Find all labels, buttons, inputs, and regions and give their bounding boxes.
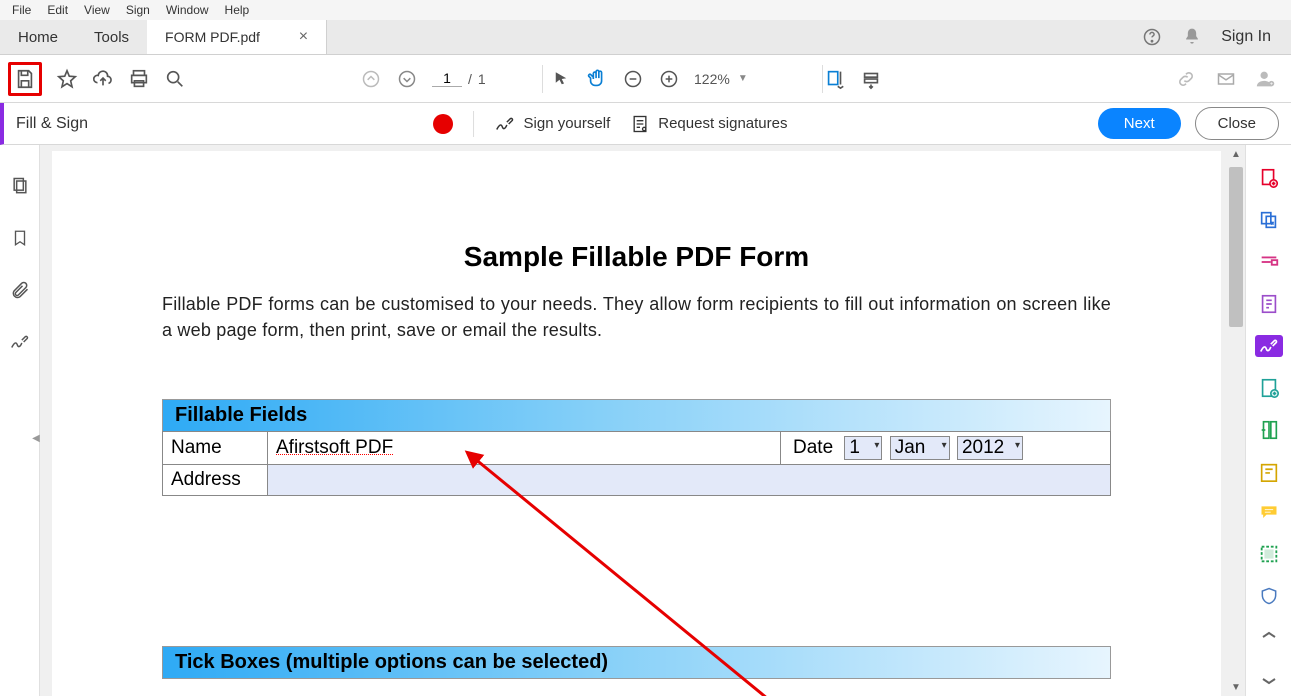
notifications-icon[interactable] (1181, 26, 1203, 48)
menu-sign[interactable]: Sign (118, 3, 158, 17)
scroll-up-icon[interactable]: ▲ (1227, 145, 1245, 163)
address-label: Address (163, 465, 268, 496)
sign-yourself-label: Sign yourself (524, 115, 611, 132)
signature-panel-icon[interactable] (9, 331, 31, 353)
page-down-icon[interactable] (396, 68, 418, 90)
name-input[interactable] (276, 437, 772, 459)
create-pdf-icon[interactable] (1255, 167, 1283, 189)
menu-bar: File Edit View Sign Window Help (0, 0, 1291, 20)
date-label: Date (789, 437, 837, 459)
tab-close-icon[interactable]: × (299, 28, 308, 46)
export-pdf-icon[interactable] (1255, 293, 1283, 315)
menu-window[interactable]: Window (158, 3, 217, 17)
page-indicator: / 1 (432, 70, 486, 87)
menu-file[interactable]: File (4, 3, 39, 17)
mail-icon[interactable] (1215, 68, 1237, 90)
menu-help[interactable]: Help (217, 3, 258, 17)
zoom-dropdown[interactable]: 122% ▼ (694, 71, 748, 87)
right-rail (1245, 145, 1291, 696)
date-month-select[interactable]: Jan (890, 436, 950, 460)
menu-view[interactable]: View (76, 3, 118, 17)
color-dot-icon[interactable] (433, 114, 453, 134)
date-day-select[interactable]: 1 (844, 436, 882, 460)
cloud-upload-icon[interactable] (92, 68, 114, 90)
name-value-cell (268, 432, 781, 465)
stamp-icon[interactable] (1255, 543, 1283, 565)
thumbnails-icon[interactable] (9, 175, 31, 197)
table-row: Name Date 1 Jan 2012 (163, 432, 1111, 465)
share-user-icon[interactable]: + (1255, 68, 1277, 90)
more-tools-chevron-icon[interactable] (1255, 627, 1283, 645)
bookmark-icon[interactable] (9, 227, 31, 249)
name-label: Name (163, 432, 268, 465)
comment-icon[interactable] (1255, 461, 1283, 483)
fill-sign-tool-icon[interactable] (1255, 335, 1283, 357)
find-icon[interactable] (164, 68, 186, 90)
scroll-down-icon[interactable]: ▼ (1227, 678, 1245, 696)
page-total: 1 (478, 71, 486, 87)
print-icon[interactable] (128, 68, 150, 90)
scrollbar-thumb[interactable] (1229, 167, 1243, 327)
fit-width-icon[interactable] (824, 68, 846, 90)
tab-document[interactable]: FORM PDF.pdf × (147, 20, 327, 54)
section-fillable-fields: Fillable Fields (162, 399, 1111, 431)
tabs-bar: Home Tools FORM PDF.pdf × Sign In (0, 20, 1291, 55)
form-table: Name Date 1 Jan 2012 Address (162, 431, 1111, 496)
tab-tools[interactable]: Tools (76, 20, 147, 54)
edit-pdf-icon[interactable] (1255, 251, 1283, 273)
svg-text:+: + (1270, 81, 1273, 87)
next-button[interactable]: Next (1098, 108, 1181, 139)
zoom-out-icon[interactable] (622, 68, 644, 90)
document-viewport[interactable]: Sample Fillable PDF Form Fillable PDF fo… (40, 145, 1245, 696)
document-intro: Fillable PDF forms can be customised to … (162, 291, 1111, 343)
table-row: Address (163, 465, 1111, 496)
send-for-comments-icon[interactable] (1255, 419, 1283, 441)
tab-home[interactable]: Home (0, 20, 76, 54)
main-toolbar: / 1 122% ▼ (0, 55, 1291, 103)
close-button[interactable]: Close (1195, 107, 1279, 140)
page-current-input[interactable] (432, 70, 462, 87)
zoom-in-icon[interactable] (658, 68, 680, 90)
chevron-down-icon: ▼ (738, 73, 748, 84)
page-up-icon[interactable] (360, 68, 382, 90)
fill-sign-title: Fill & Sign (16, 115, 88, 133)
pdf-page: Sample Fillable PDF Form Fillable PDF fo… (52, 151, 1221, 696)
request-signatures-label: Request signatures (658, 115, 787, 132)
request-signatures-button[interactable]: Request signatures (630, 113, 787, 135)
section-tick-boxes: Tick Boxes (multiple options can be sele… (162, 646, 1111, 679)
attachment-icon[interactable] (9, 279, 31, 301)
scrollbar[interactable]: ▲ ▼ (1227, 145, 1245, 696)
cursor-icon[interactable] (550, 68, 572, 90)
document-area: ◀ Sample Fillable PDF Form Fillable PDF … (0, 145, 1291, 696)
zoom-value: 122% (694, 71, 730, 87)
protect-icon[interactable] (1255, 585, 1283, 607)
combine-files-icon[interactable] (1255, 209, 1283, 231)
left-rail: ◀ (0, 145, 40, 696)
menu-edit[interactable]: Edit (39, 3, 76, 17)
sign-yourself-button[interactable]: Sign yourself (494, 113, 611, 135)
expand-tools-chevron-icon[interactable] (1255, 673, 1283, 691)
document-heading: Sample Fillable PDF Form (162, 241, 1111, 273)
save-icon[interactable] (8, 62, 42, 96)
scroll-mode-icon[interactable] (860, 68, 882, 90)
fill-sign-bar: Fill & Sign Sign yourself Request signat… (0, 103, 1291, 145)
organize-pages-icon[interactable] (1255, 377, 1283, 399)
date-cell: Date 1 Jan 2012 (781, 432, 1111, 465)
link-icon[interactable] (1175, 68, 1197, 90)
help-icon[interactable] (1141, 26, 1163, 48)
page-separator: / (468, 71, 472, 87)
hand-icon[interactable] (586, 68, 608, 90)
address-input[interactable] (268, 465, 1111, 496)
sticky-note-icon[interactable] (1255, 503, 1283, 523)
date-year-select[interactable]: 2012 (957, 436, 1023, 460)
sign-in-link[interactable]: Sign In (1221, 28, 1271, 46)
star-icon[interactable] (56, 68, 78, 90)
tab-document-label: FORM PDF.pdf (165, 29, 260, 45)
